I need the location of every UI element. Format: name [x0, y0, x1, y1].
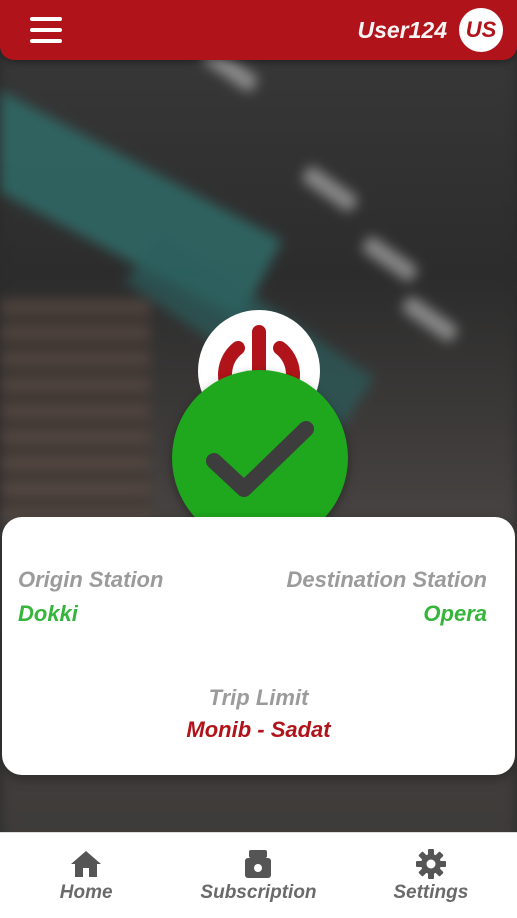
checkmark-icon — [206, 421, 314, 497]
trip-limit-value: Monib - Sadat — [186, 717, 331, 742]
destination-station-value: Opera — [423, 601, 487, 626]
origin-station-label: Origin Station — [18, 567, 164, 592]
bottom-navigation: Home Subscription Settings — [0, 832, 517, 918]
nav-item-label: Settings — [393, 881, 469, 903]
nav-item-subscription[interactable]: Subscription — [183, 848, 333, 904]
hamburger-menu-icon[interactable] — [30, 17, 62, 43]
destination-station-label: Destination Station — [286, 567, 487, 592]
home-icon — [71, 850, 102, 877]
username: User124 — [357, 16, 447, 43]
user-info[interactable]: User124 US — [357, 8, 503, 52]
trip-info-card: Origin Station Dokki Destination Station… — [2, 517, 515, 775]
nav-item-label: Home — [59, 881, 113, 903]
avatar[interactable]: US — [459, 8, 503, 52]
ticket-icon — [245, 849, 272, 878]
origin-station-value: Dokki — [18, 601, 78, 626]
gear-icon — [415, 848, 446, 879]
trip-limit-label: Trip Limit — [208, 685, 309, 710]
top-app-bar: User124 US — [0, 0, 517, 60]
nav-item-label: Subscription — [200, 881, 317, 903]
nav-item-home[interactable]: Home — [11, 848, 161, 904]
nav-item-settings[interactable]: Settings — [356, 848, 506, 904]
